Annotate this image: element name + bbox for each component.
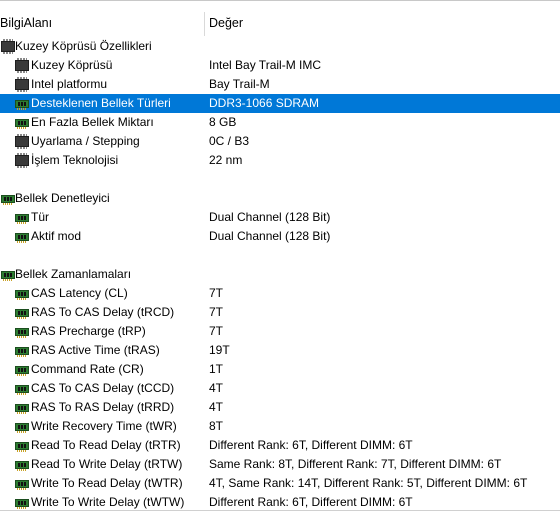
ram-icon xyxy=(15,499,29,509)
property-row[interactable]: Read To Write Delay (tRTW) Same Rank: 8T,… xyxy=(0,455,560,474)
property-label: Aktif mod xyxy=(31,229,82,243)
property-value: 4T xyxy=(209,381,224,395)
property-list: Kuzey Köprüsü Özellikleri Kuzey Köprüsü In… xyxy=(0,37,560,512)
blank-row xyxy=(0,170,560,189)
ram-icon xyxy=(1,271,15,281)
property-label: Kuzey Köprüsü Özellikleri xyxy=(15,39,152,53)
property-value: 19T xyxy=(209,343,230,357)
property-label: Write To Read Delay (tWTR) xyxy=(31,476,183,490)
property-value: 8T xyxy=(209,419,224,433)
property-label: Write Recovery Time (tWR) xyxy=(31,419,177,433)
group-row[interactable]: Bellek Zamanlamaları xyxy=(0,265,560,284)
chip-icon xyxy=(1,39,15,54)
ram-icon xyxy=(15,290,29,300)
property-row[interactable]: RAS Active Time (tRAS) 19T xyxy=(0,341,560,360)
property-value: 0C / B3 xyxy=(209,134,250,148)
property-row[interactable]: RAS Precharge (tRP) 7T xyxy=(0,322,560,341)
property-label: Desteklenen Bellek Türleri xyxy=(31,96,171,110)
property-value: 8 GB xyxy=(209,115,237,129)
property-value: Bay Trail-M xyxy=(209,77,270,91)
ram-icon xyxy=(1,195,15,205)
property-value: DDR3-1066 SDRAM xyxy=(209,96,320,110)
field-column-header[interactable]: BilgiAlanı xyxy=(0,10,204,37)
column-divider[interactable] xyxy=(204,12,205,36)
ram-icon xyxy=(15,461,29,471)
ram-icon xyxy=(15,423,29,433)
property-row[interactable]: Write To Read Delay (tWTR) 4T, Same Rank:… xyxy=(0,474,560,493)
horizontal-scrollbar-edge xyxy=(0,510,560,511)
ram-icon xyxy=(15,119,29,129)
property-row[interactable]: İşlem Teknolojisi 22 nm xyxy=(0,151,560,170)
property-row[interactable]: CAS Latency (CL) 7T xyxy=(0,284,560,303)
property-row[interactable]: Write Recovery Time (tWR) 8T xyxy=(0,417,560,436)
property-value: 1T xyxy=(209,362,224,376)
property-label: CAS To CAS Delay (tCCD) xyxy=(31,381,175,395)
property-label: Intel platformu xyxy=(31,77,108,91)
top-border xyxy=(0,0,560,1)
chip-icon xyxy=(15,58,29,73)
property-label: RAS Precharge (tRP) xyxy=(31,324,146,338)
property-label: RAS To RAS Delay (tRRD) xyxy=(31,400,175,414)
chip-icon xyxy=(15,134,29,149)
property-value: 4T, Same Rank: 14T, Different Rank: 5T, … xyxy=(209,476,528,490)
property-row[interactable]: Desteklenen Bellek Türleri DDR3-1066 SDRA… xyxy=(0,94,560,113)
property-row[interactable]: RAS To RAS Delay (tRRD) 4T xyxy=(0,398,560,417)
property-value: 7T xyxy=(209,324,224,338)
property-label: En Fazla Bellek Miktarı xyxy=(31,115,154,129)
property-label: Read To Write Delay (tRTW) xyxy=(31,457,183,471)
property-row[interactable]: Uyarlama / Stepping 0C / B3 xyxy=(0,132,560,151)
ram-icon xyxy=(15,366,29,376)
property-label: Bellek Denetleyici xyxy=(15,191,110,205)
group-row[interactable]: Kuzey Köprüsü Özellikleri xyxy=(0,37,560,56)
property-row[interactable]: Tür Dual Channel (128 Bit) xyxy=(0,208,560,227)
chip-icon xyxy=(15,153,29,168)
property-row[interactable]: CAS To CAS Delay (tCCD) 4T xyxy=(0,379,560,398)
property-value: 7T xyxy=(209,286,224,300)
property-value: Dual Channel (128 Bit) xyxy=(209,210,331,224)
ram-icon xyxy=(15,480,29,490)
blank-row xyxy=(0,246,560,265)
property-value: Dual Channel (128 Bit) xyxy=(209,229,331,243)
property-value: Intel Bay Trail-M IMC xyxy=(209,58,322,72)
property-label: RAS Active Time (tRAS) xyxy=(31,343,160,357)
property-value: Different Rank: 6T, Different DIMM: 6T xyxy=(209,438,413,452)
property-value: Same Rank: 8T, Different Rank: 7T, Diffe… xyxy=(209,457,502,471)
column-header: BilgiAlanı Değer xyxy=(0,10,560,37)
property-row[interactable]: Read To Read Delay (tRTR) Different Rank:… xyxy=(0,436,560,455)
property-row[interactable]: RAS To CAS Delay (tRCD) 7T xyxy=(0,303,560,322)
property-label: Uyarlama / Stepping xyxy=(31,134,140,148)
ram-icon xyxy=(15,404,29,414)
property-row[interactable]: Aktif mod Dual Channel (128 Bit) xyxy=(0,227,560,246)
property-label: Kuzey Köprüsü xyxy=(31,58,113,72)
group-row[interactable]: Bellek Denetleyici xyxy=(0,189,560,208)
ram-icon xyxy=(15,347,29,357)
property-label: RAS To CAS Delay (tRCD) xyxy=(31,305,175,319)
property-value: 22 nm xyxy=(209,153,243,167)
property-label: Bellek Zamanlamaları xyxy=(15,267,132,281)
property-label: Read To Read Delay (tRTR) xyxy=(31,438,181,452)
ram-icon xyxy=(15,233,29,243)
ram-icon xyxy=(15,385,29,395)
property-label: Command Rate (CR) xyxy=(31,362,144,376)
ram-icon xyxy=(15,309,29,319)
property-row[interactable]: Kuzey Köprüsü Intel Bay Trail-M IMC xyxy=(0,56,560,75)
property-label: Tür xyxy=(31,210,49,224)
property-row[interactable]: Command Rate (CR) 1T xyxy=(0,360,560,379)
value-column-header[interactable]: Değer xyxy=(209,10,560,37)
property-value: 7T xyxy=(209,305,224,319)
property-label: CAS Latency (CL) xyxy=(31,286,128,300)
chip-icon xyxy=(15,77,29,92)
ram-icon xyxy=(15,100,29,110)
property-value: 4T xyxy=(209,400,224,414)
ram-icon xyxy=(15,214,29,224)
property-row[interactable]: Intel platformu Bay Trail-M xyxy=(0,75,560,94)
ram-icon xyxy=(15,328,29,338)
ram-icon xyxy=(15,442,29,452)
property-label: İşlem Teknolojisi xyxy=(31,153,119,167)
property-row[interactable]: En Fazla Bellek Miktarı 8 GB xyxy=(0,113,560,132)
